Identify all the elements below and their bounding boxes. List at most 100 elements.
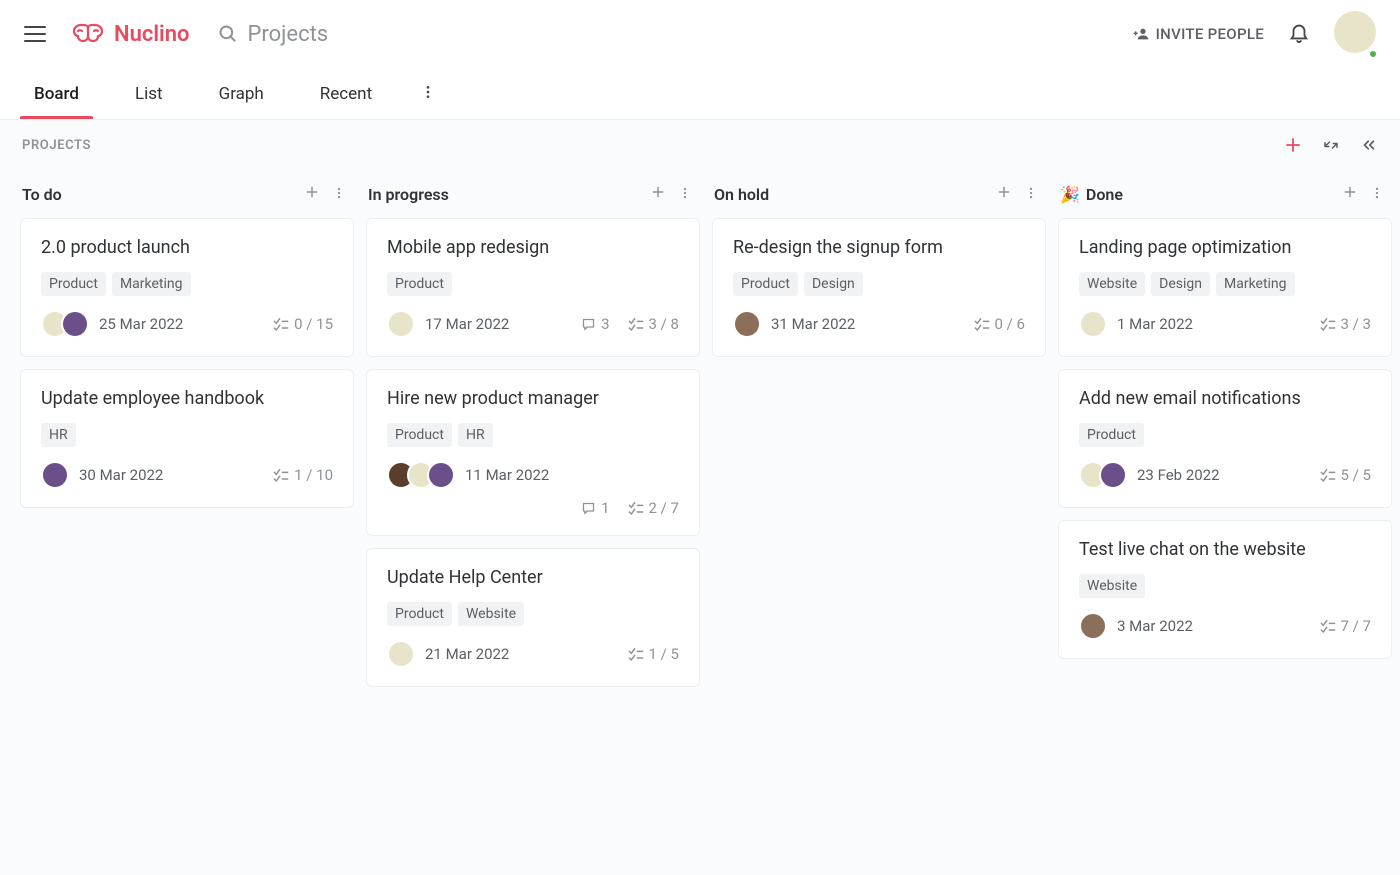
column-more-button[interactable] (676, 183, 694, 206)
tag: Product (41, 272, 106, 296)
tab-graph[interactable]: Graph (205, 70, 278, 118)
card-tasks: 7 / 7 (1320, 617, 1372, 635)
card-avatars (387, 310, 415, 338)
app-logo[interactable]: Nuclino (70, 22, 190, 47)
checklist-icon (628, 317, 644, 331)
column-more-button[interactable] (330, 183, 348, 206)
tag: HR (41, 423, 76, 447)
card-title: Update employee handbook (41, 388, 333, 409)
column-more-button[interactable] (1368, 183, 1386, 206)
avatar-icon (1334, 11, 1376, 53)
card[interactable]: Update Help Center ProductWebsite 21 Mar 2… (366, 548, 700, 687)
card-avatars (387, 461, 455, 489)
card-tags: ProductDesign (733, 272, 1025, 296)
card[interactable]: Test live chat on the websiteWebsite3 Ma… (1058, 520, 1392, 659)
card-tasks: 2 / 7 (628, 499, 680, 517)
card[interactable]: Re-design the signup form ProductDesign 31… (712, 218, 1046, 357)
column-header: On hold (712, 174, 1046, 218)
presence-dot (1368, 49, 1378, 59)
tag: Product (387, 423, 452, 447)
column-header: To do (20, 174, 354, 218)
hide-panel-button[interactable] (1360, 136, 1378, 154)
card-avatars (1079, 461, 1127, 489)
tag: Marketing (112, 272, 191, 296)
tag: HR (458, 423, 493, 447)
tag: Product (387, 272, 452, 296)
dots-vertical-icon (420, 84, 436, 100)
plus-icon (996, 184, 1012, 200)
column-add-button[interactable] (648, 182, 668, 206)
card-comments: 1 (581, 499, 609, 517)
plus-icon (650, 184, 666, 200)
card-title: 2.0 product launch (41, 237, 333, 258)
column-add-button[interactable] (994, 182, 1014, 206)
checklist-icon (273, 317, 289, 331)
collapse-view-button[interactable] (1322, 136, 1340, 154)
card-date: 23 Feb 2022 (1137, 466, 1220, 484)
notifications-button[interactable] (1288, 21, 1310, 47)
card-tasks: 0 / 15 (273, 315, 333, 333)
card-tags: HR (41, 423, 333, 447)
tag: Website (1079, 272, 1145, 296)
view-tabs: Board List Graph Recent (0, 68, 1400, 120)
column-title: To do (22, 185, 62, 204)
card[interactable]: 2.0 product launchProductMarketing25 Mar… (20, 218, 354, 357)
card-title: Add new email notifications (1079, 388, 1371, 409)
bell-icon (1288, 21, 1310, 43)
column-add-button[interactable] (1340, 182, 1360, 206)
search-placeholder: Projects (248, 22, 329, 47)
card-date: 30 Mar 2022 (79, 466, 163, 484)
card[interactable]: Add new email notifications Product 23 Feb… (1058, 369, 1392, 508)
tag: Design (1151, 272, 1210, 296)
user-avatar[interactable] (1334, 11, 1376, 57)
card-tasks: 1 / 10 (273, 466, 333, 484)
search-input[interactable]: Projects (218, 22, 329, 47)
card[interactable]: Landing page optimizationWebsiteDesignMa… (1058, 218, 1392, 357)
tab-board[interactable]: Board (20, 70, 93, 118)
card-title: Update Help Center (387, 567, 679, 588)
add-column-button[interactable] (1284, 136, 1302, 154)
card-avatars (1079, 612, 1107, 640)
avatar-icon (41, 461, 69, 489)
column-add-button[interactable] (302, 182, 322, 206)
card-date: 1 Mar 2022 (1117, 315, 1193, 333)
invite-button[interactable]: INVITE PEOPLE (1132, 25, 1264, 43)
card-title: Mobile app redesign (387, 237, 679, 258)
card-avatars (41, 310, 89, 338)
checklist-icon (628, 647, 644, 661)
menu-button[interactable] (24, 26, 46, 42)
card-date: 17 Mar 2022 (425, 315, 509, 333)
checklist-icon (1320, 317, 1336, 331)
plus-icon (1342, 184, 1358, 200)
board: To do2.0 product launchProductMarketing2… (0, 164, 1400, 709)
column: 🎉DoneLanding page optimizationWebsiteDes… (1058, 174, 1392, 671)
avatar-icon (387, 640, 415, 668)
plus-icon (304, 184, 320, 200)
tab-list[interactable]: List (121, 70, 177, 118)
tag: Website (458, 602, 524, 626)
avatar-icon (733, 310, 761, 338)
card[interactable]: Hire new product managerProductHR11 Mar … (366, 369, 700, 536)
column-more-button[interactable] (1022, 183, 1040, 206)
card-avatars (387, 640, 415, 668)
tab-recent[interactable]: Recent (306, 70, 386, 118)
column-header: In progress (366, 174, 700, 218)
card-date: 31 Mar 2022 (771, 315, 855, 333)
column-emoji: 🎉 (1060, 185, 1080, 204)
card-title: Re-design the signup form (733, 237, 1025, 258)
card[interactable]: Mobile app redesignProduct17 Mar 202233 … (366, 218, 700, 357)
card[interactable]: Update employee handbook HR 30 Mar 2022 1 /… (20, 369, 354, 508)
tabs-more-button[interactable] (414, 78, 442, 110)
chevrons-left-icon (1360, 136, 1378, 154)
card-date: 21 Mar 2022 (425, 645, 509, 663)
card-date: 11 Mar 2022 (465, 466, 549, 484)
card-tags: ProductWebsite (387, 602, 679, 626)
dots-vertical-icon (1024, 186, 1038, 200)
card-tags: ProductMarketing (41, 272, 333, 296)
tag: Marketing (1216, 272, 1295, 296)
card-tags: Product (1079, 423, 1371, 447)
card-tasks: 1 / 5 (628, 645, 680, 663)
card-tags: ProductHR (387, 423, 679, 447)
breadcrumb[interactable]: PROJECTS (22, 138, 91, 153)
plus-icon (1284, 136, 1302, 154)
